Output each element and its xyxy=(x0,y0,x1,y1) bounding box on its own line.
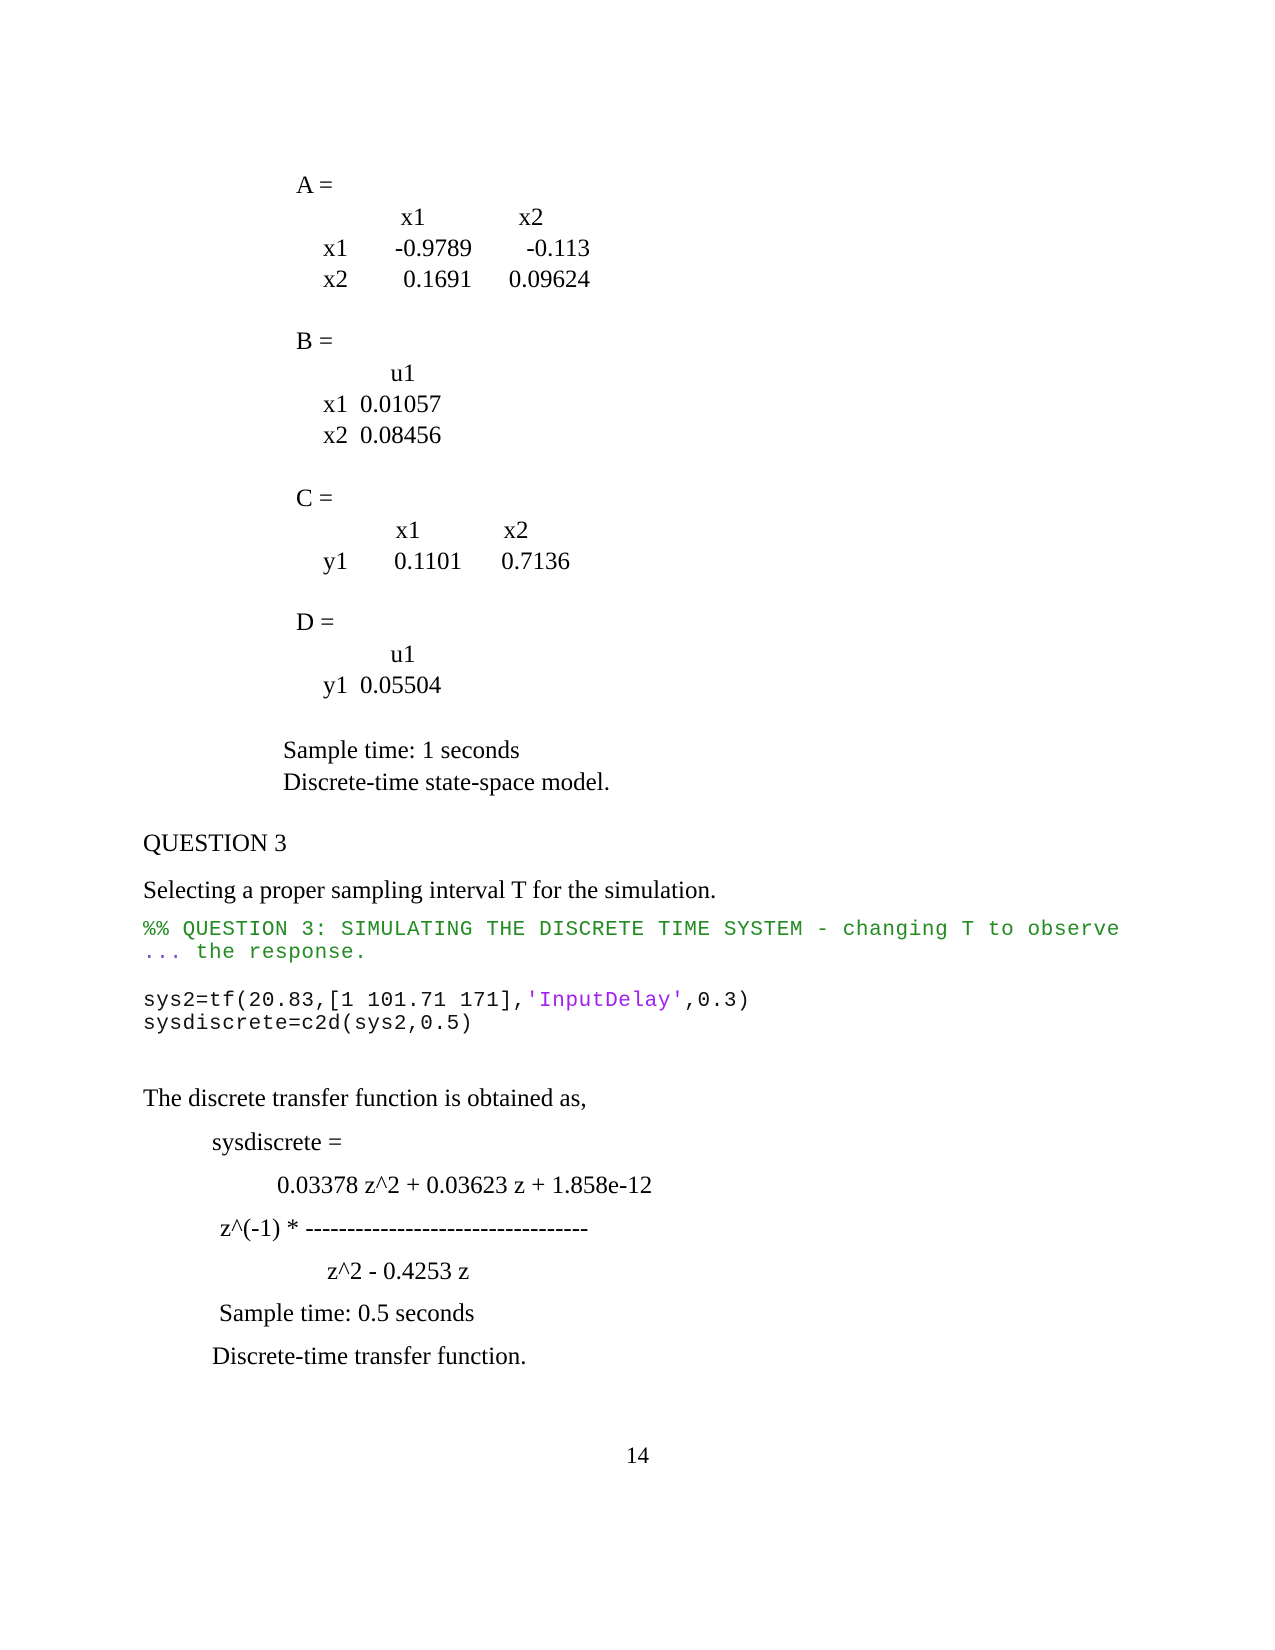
question-description: Selecting a proper sampling interval T f… xyxy=(143,877,717,904)
page-number: 14 xyxy=(626,1443,649,1468)
matrix-d-corner-spacer xyxy=(296,639,354,670)
matrix-a-cell: -0.113 xyxy=(526,235,590,262)
matrix-a-grid: x1 x2 x1 -0.9789 -0.113 x2 0.1691 0.0962… xyxy=(296,202,996,295)
matrix-c-col-header: x2 xyxy=(503,517,529,544)
matrix-b-cell: 0.08456 xyxy=(360,422,442,449)
tf-numerator: 0.03378 z^2 + 0.03623 z + 1.858e-12 xyxy=(277,1172,653,1199)
matrix-b-row: x1 0.01057 xyxy=(296,389,996,420)
result-model-type: Discrete-time transfer function. xyxy=(212,1343,527,1370)
matrix-c-grid: x1 x2 y1 0.1101 0.7136 xyxy=(296,515,996,577)
matrix-b-column-headers: u1 xyxy=(296,358,996,389)
tf-denominator: z^2 - 0.4253 z xyxy=(327,1258,470,1285)
matrix-b-row: x2 0.08456 xyxy=(296,420,996,451)
matrix-b-label: B = xyxy=(296,328,334,355)
code-string-inputdelay: 'InputDelay' xyxy=(525,990,685,1013)
matrix-b-row-label: x1 xyxy=(323,391,348,418)
result-intro: The discrete transfer function is obtain… xyxy=(143,1085,587,1112)
matrix-a-row-label: x1 xyxy=(323,235,348,262)
comment-line-1-text: QUESTION 3: SIMULATING THE DISCRETE TIME… xyxy=(169,919,1120,942)
matrix-d-row-label: y1 xyxy=(323,672,348,699)
matrix-c-row: y1 0.1101 0.7136 xyxy=(296,546,996,577)
matrix-b-grid: u1 x1 0.01057 x2 0.08456 xyxy=(296,358,996,451)
matrix-a-row-label: x2 xyxy=(323,266,348,293)
state-space-model-type: Discrete-time state-space model. xyxy=(283,769,610,796)
code-comment-block[interactable]: %% QUESTION 3: SIMULATING THE DISCRETE T… xyxy=(143,919,1120,942)
tf-z-inverse-prefix: z^(-1) * xyxy=(220,1215,306,1242)
matrix-a-row: x1 -0.9789 -0.113 xyxy=(296,233,996,264)
matrix-a-cell: 0.09624 xyxy=(508,266,590,293)
matrix-a-row: x2 0.1691 0.09624 xyxy=(296,264,996,295)
matrix-d-col-header: u1 xyxy=(390,641,416,668)
matrix-a-col-header: x1 xyxy=(400,204,426,231)
matrix-c-cell: 0.7136 xyxy=(501,548,570,575)
code-sys2-suffix: ,0.3) xyxy=(684,990,751,1013)
tf-fraction-bar: ---------------------------------- xyxy=(305,1215,589,1242)
code-line-sysdiscrete[interactable]: sysdiscrete=c2d(sys2,0.5) xyxy=(143,1013,473,1036)
matrix-block-c: C = x1 x2 y1 0.1101 0.7136 xyxy=(296,483,996,577)
matrix-c-label: C = xyxy=(296,485,334,512)
matrix-a-label: A = xyxy=(296,172,334,199)
matrix-c-corner-spacer xyxy=(296,515,354,546)
comment-marker: %% xyxy=(143,919,170,942)
matrix-a-column-headers: x1 x2 xyxy=(296,202,996,233)
matrix-a-col-header: x2 xyxy=(518,204,544,231)
matrix-d-cell: 0.05504 xyxy=(360,672,442,699)
matrix-a-corner-spacer xyxy=(296,202,354,233)
matrix-a-cell: 0.1691 xyxy=(403,266,472,293)
code-sysdiscrete-text: sysdiscrete=c2d(sys2,0.5) xyxy=(143,1013,474,1036)
matrix-c-row-label: y1 xyxy=(323,548,348,575)
matrix-a-cell: -0.9789 xyxy=(394,235,472,262)
matrix-c-cell: 0.1101 xyxy=(394,548,462,575)
matrix-b-cell: 0.01057 xyxy=(360,391,442,418)
continuation-ellipsis: ... xyxy=(143,942,183,965)
code-comment-continuation[interactable]: ... the response. xyxy=(143,942,367,965)
matrix-block-d: D = u1 y1 0.05504 xyxy=(296,607,996,701)
matrix-b-col-header: u1 xyxy=(390,360,416,387)
matrix-b-row-label: x2 xyxy=(323,422,348,449)
matrix-d-row: y1 0.05504 xyxy=(296,670,996,701)
matrix-d-grid: u1 y1 0.05504 xyxy=(296,639,996,701)
question-heading: QUESTION 3 xyxy=(143,830,287,857)
matrix-d-column-headers: u1 xyxy=(296,639,996,670)
code-sys2-prefix: sys2=tf(20.83,[1 101.71 171], xyxy=(143,990,526,1013)
code-line-sys2[interactable]: sys2=tf(20.83,[1 101.71 171],'InputDelay… xyxy=(143,990,750,1013)
comment-line-2-text: the response. xyxy=(182,942,368,965)
result-sample-time: Sample time: 0.5 seconds xyxy=(219,1300,475,1327)
matrix-block-a: A = x1 x2 x1 -0.9789 -0.113 x2 0.1691 0.… xyxy=(296,170,996,295)
result-variable-name: sysdiscrete = xyxy=(212,1129,343,1156)
matrix-c-column-headers: x1 x2 xyxy=(296,515,996,546)
tf-prefix-and-bar: z^(-1) * -------------------------------… xyxy=(220,1213,588,1244)
matrix-b-corner-spacer xyxy=(296,358,354,389)
matrix-c-col-header: x1 xyxy=(395,517,421,544)
matrix-block-b: B = u1 x1 0.01057 x2 0.08456 xyxy=(296,326,996,451)
document-page: A = x1 x2 x1 -0.9789 -0.113 x2 0.1691 0.… xyxy=(0,0,1275,1650)
matrix-d-label: D = xyxy=(296,609,335,636)
state-space-sample-time: Sample time: 1 seconds xyxy=(283,737,520,764)
